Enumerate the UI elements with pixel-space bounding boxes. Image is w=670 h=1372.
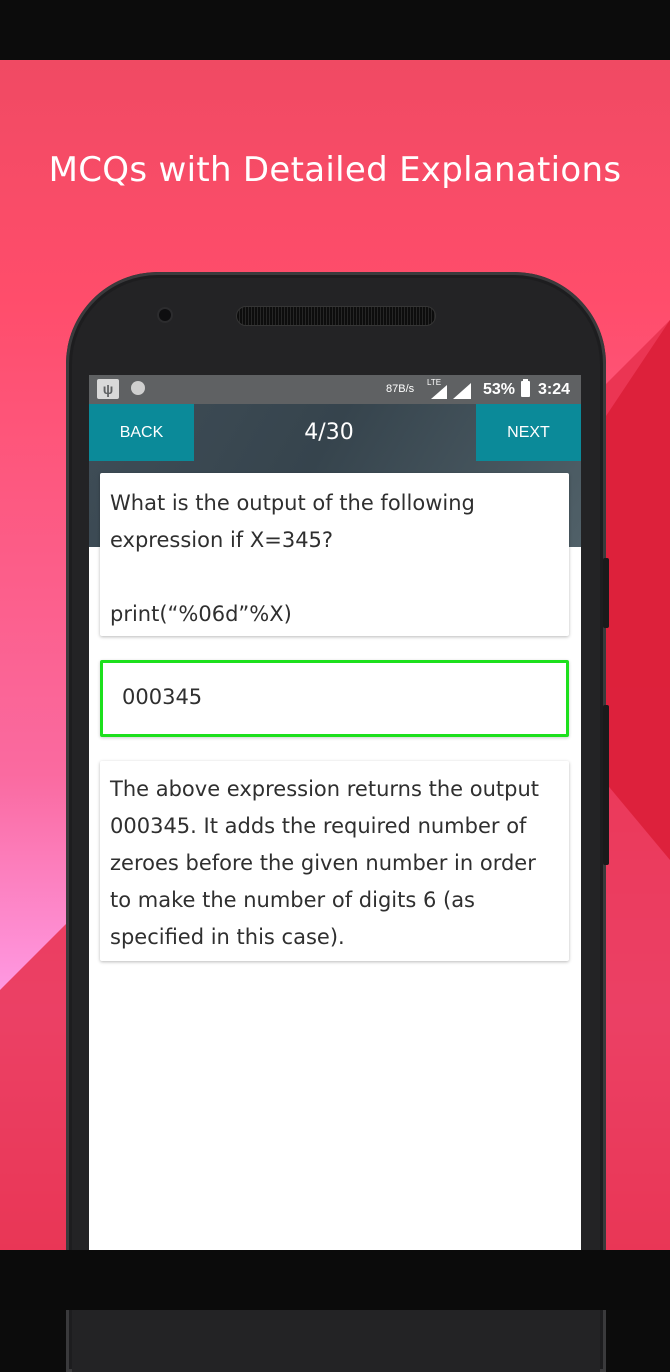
- navigation-bar-area: [0, 1250, 670, 1310]
- clock: 3:24: [538, 381, 571, 398]
- power-button: [603, 705, 609, 865]
- camera-icon: [159, 309, 171, 321]
- question-card: What is the output of the following expr…: [100, 473, 569, 636]
- network-speed: 87B/s: [386, 383, 415, 395]
- explanation-text: The above expression returns the output …: [110, 777, 539, 949]
- promo-headline: MCQs with Detailed Explanations: [48, 150, 622, 190]
- usb-icon: ψ: [97, 379, 119, 399]
- battery-icon: [521, 379, 530, 397]
- status-bar: ψ 87B/s LTE 53% 3:24: [89, 375, 581, 404]
- question-counter: 4/30: [304, 420, 354, 445]
- answer-text: 000345: [122, 685, 203, 709]
- wifi-signal-icon: [453, 383, 471, 399]
- signal-icon: [431, 385, 447, 399]
- answer-option-correct[interactable]: 000345: [100, 660, 569, 737]
- phone-screen: ψ 87B/s LTE 53% 3:24 BACK 4/30 NEXT What…: [89, 375, 581, 1250]
- volume-button: [603, 558, 609, 628]
- question-text: What is the output of the following expr…: [110, 491, 475, 626]
- speaker-grille: [236, 306, 436, 326]
- explanation-card: The above expression returns the output …: [100, 761, 569, 961]
- notification-dot-icon: [131, 381, 145, 395]
- next-button[interactable]: NEXT: [476, 404, 581, 461]
- battery-percent: 53%: [483, 381, 516, 398]
- back-button[interactable]: BACK: [89, 404, 194, 461]
